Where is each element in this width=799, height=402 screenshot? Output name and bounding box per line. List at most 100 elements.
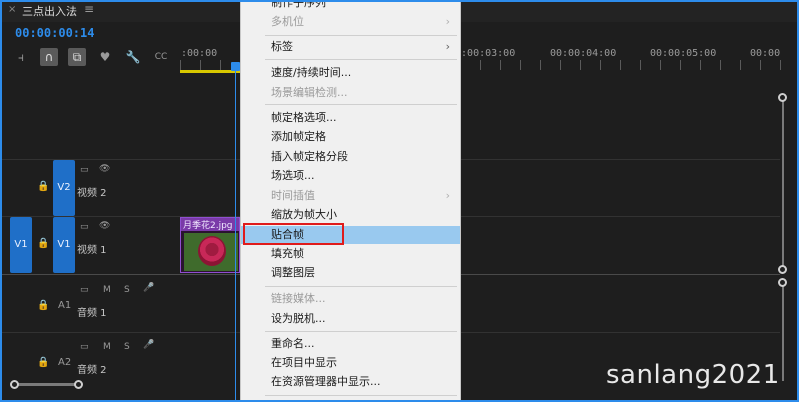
menu-item-label: 在资源管理器中显示... (271, 375, 381, 388)
menu-item-reveal-in-project[interactable]: 在项目中显示 (241, 354, 460, 372)
menu-item-field-options[interactable]: 场选项... (241, 167, 460, 185)
menu-item-scale-to-frame-size[interactable]: 缩放为帧大小 (241, 206, 460, 224)
eye-icon[interactable]: 👁 (99, 221, 110, 231)
mute-button[interactable]: M (103, 285, 111, 295)
menu-item-scene-edit-detection[interactable]: 场景编辑检测... (241, 84, 460, 102)
timeline-zoom-scrollbar[interactable] (14, 383, 80, 386)
menu-item-multicamera[interactable]: 多机位 › (241, 13, 460, 31)
menu-item-speed-duration[interactable]: 速度/持续时间... (241, 64, 460, 82)
track-name: 视频 2 (77, 188, 107, 199)
ruler-label: :00:00 (181, 48, 218, 59)
track-target-a2[interactable]: A2 (58, 357, 71, 368)
menu-item-label: 缩放为帧大小 (271, 208, 337, 221)
solo-button[interactable]: S (124, 342, 130, 352)
menu-item-reveal-in-explorer[interactable]: 在资源管理器中显示... (241, 373, 460, 391)
lock-icon[interactable]: 🔒 (37, 238, 49, 249)
menu-item-make-offline[interactable]: 设为脱机... (241, 310, 460, 328)
watermark-text: sanlang2021 (606, 360, 780, 390)
menu-separator (265, 104, 457, 105)
menu-separator (265, 59, 457, 60)
track-name: 视频 1 (77, 245, 107, 256)
menu-separator (265, 286, 457, 287)
menu-item-rename[interactable]: 重命名... (241, 335, 460, 353)
menu-item-label-submenu[interactable]: 标签 › (241, 38, 460, 56)
playhead-timecode[interactable]: 00:00:00:14 (15, 26, 94, 40)
menu-separator (265, 395, 457, 396)
lock-icon[interactable]: 🔒 (37, 181, 49, 192)
menu-item-label: 多机位 (271, 15, 304, 28)
zoom-handle-right[interactable] (74, 380, 83, 389)
track-target-v1[interactable]: V1 (53, 217, 75, 273)
lock-icon[interactable]: 🔒 (37, 300, 49, 311)
insert-edit-icon[interactable]: ⫞ (12, 48, 30, 66)
track-target-a1[interactable]: A1 (58, 300, 71, 311)
microphone-icon[interactable]: 🎤 (143, 340, 154, 350)
video-scrollbar[interactable] (782, 98, 784, 270)
menu-item-label: 帧定格选项... (271, 111, 337, 124)
menu-item-label: 在项目中显示 (271, 356, 337, 369)
menu-item-label: 填充帧 (271, 247, 304, 260)
track-name: 音频 2 (77, 365, 107, 376)
panel-menu-icon[interactable]: ≡ (84, 2, 94, 16)
menu-item-label: 添加帧定格 (271, 130, 326, 143)
wrench-settings-icon[interactable]: 🔧 (124, 48, 142, 66)
menu-item-label: 调整图层 (271, 266, 315, 279)
menu-item-label: 设为脱机... (271, 312, 326, 325)
tab-close-icon[interactable]: × (8, 4, 16, 15)
camera-icon[interactable]: ▭ (80, 285, 89, 295)
source-patch-v1[interactable]: V1 (10, 217, 32, 273)
eye-icon[interactable]: 👁 (99, 164, 110, 174)
lock-icon[interactable]: 🔒 (37, 357, 49, 368)
menu-item-make-subsequence[interactable]: 制作子序列 (241, 0, 460, 12)
submenu-arrow-icon: › (445, 189, 450, 202)
playhead-line (235, 70, 236, 402)
scroll-handle[interactable] (778, 278, 787, 287)
menu-item-label: 链接媒体... (271, 292, 326, 305)
track-target-v2[interactable]: V2 (53, 160, 75, 216)
add-marker-icon[interactable]: ♥ (96, 48, 114, 66)
menu-item-label: 时间插值 (271, 189, 315, 202)
submenu-arrow-icon: › (445, 15, 450, 28)
clip-thumbnail (184, 233, 238, 271)
menu-item-label: 标签 (271, 40, 293, 53)
menu-item-add-frame-hold[interactable]: 添加帧定格 (241, 128, 460, 146)
menu-item-label: 插入帧定格分段 (271, 150, 348, 163)
timeline-clip[interactable]: 月季花2.jpg (180, 217, 240, 273)
menu-item-insert-frame-hold-segment[interactable]: 插入帧定格分段 (241, 148, 460, 166)
ruler-label: 00:00:04:00 (550, 48, 617, 59)
microphone-icon[interactable]: 🎤 (143, 283, 154, 293)
menu-item-label: 场选项... (271, 169, 315, 182)
ruler-label: 00:00 (750, 48, 781, 59)
linked-selection-icon[interactable]: ⧉ (68, 48, 86, 66)
track-name: 音频 1 (77, 308, 107, 319)
menu-item-link-media[interactable]: 链接媒体... (241, 290, 460, 308)
submenu-arrow-icon: › (445, 40, 450, 53)
sequence-tab-title[interactable]: 三点出入法 (22, 3, 77, 19)
menu-item-time-interpolation[interactable]: 时间插值 › (241, 187, 460, 205)
rose-image (198, 236, 226, 266)
mute-button[interactable]: M (103, 342, 111, 352)
camera-icon[interactable]: ▭ (80, 165, 89, 175)
audio-scrollbar[interactable] (782, 283, 784, 381)
clip-name: 月季花2.jpg (181, 218, 239, 231)
menu-item-label: 制作子序列 (271, 0, 326, 9)
snap-magnet-icon[interactable]: ∩ (40, 48, 58, 66)
menu-item-label: 速度/持续时间... (271, 66, 352, 79)
zoom-handle-left[interactable] (10, 380, 19, 389)
menu-item-label: 场景编辑检测... (271, 86, 348, 99)
menu-item-adjustment-layer[interactable]: 调整图层 (241, 264, 460, 282)
scroll-handle[interactable] (778, 265, 787, 274)
menu-separator (265, 331, 457, 332)
camera-icon[interactable]: ▭ (80, 222, 89, 232)
menu-separator (265, 35, 457, 36)
scroll-handle[interactable] (778, 93, 787, 102)
annotation-highlight-box (243, 223, 344, 245)
menu-item-fill-frame[interactable]: 填充帧 (241, 245, 460, 263)
ruler-label: 00:00:05:00 (650, 48, 717, 59)
menu-item-frame-hold-options[interactable]: 帧定格选项... (241, 109, 460, 127)
captions-icon[interactable]: CC (152, 48, 170, 66)
menu-item-label: 重命名... (271, 337, 315, 350)
clip-context-menu: 制作子序列 多机位 › 标签 › 速度/持续时间... 场景编辑检测... 帧定格选… (240, 0, 461, 402)
solo-button[interactable]: S (124, 285, 130, 295)
camera-icon[interactable]: ▭ (80, 342, 89, 352)
